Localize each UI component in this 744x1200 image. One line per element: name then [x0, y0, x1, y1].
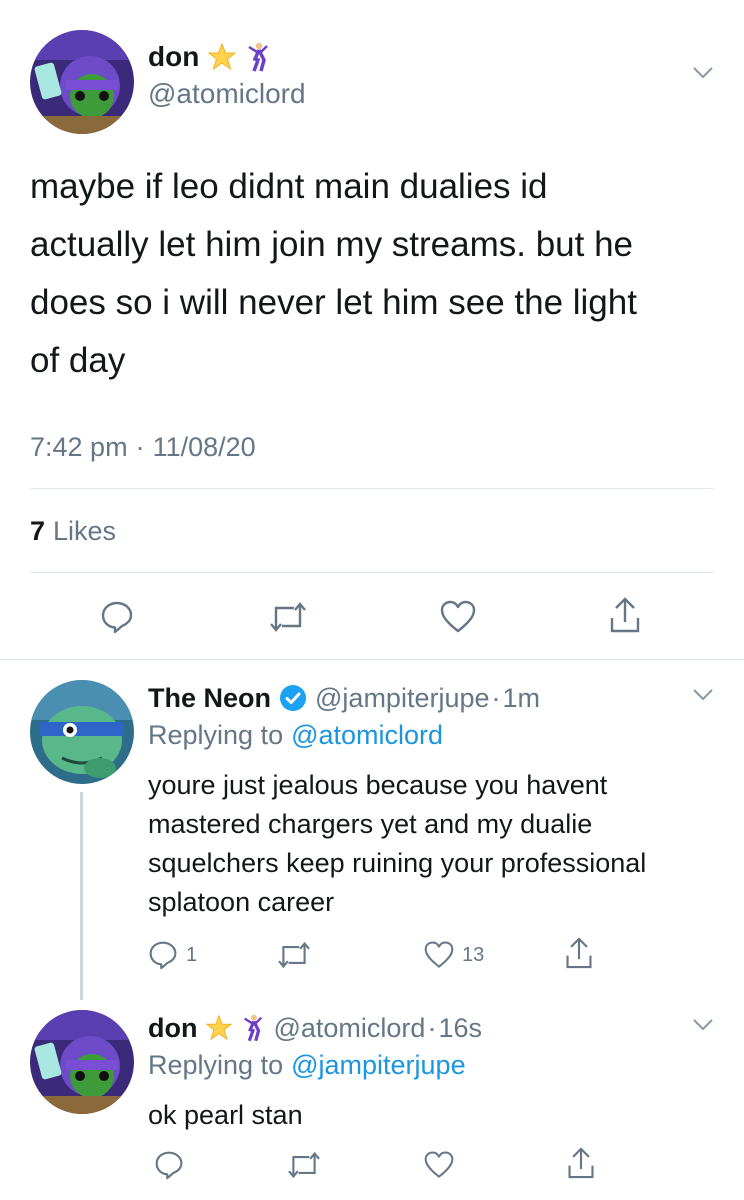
avatar[interactable]: [30, 1010, 134, 1114]
divider: [30, 572, 714, 573]
star-struck-icon: [207, 42, 237, 72]
like-count: 13: [462, 944, 485, 966]
replying-to-label: Replying to: [148, 720, 284, 750]
tweet-text-line: does so i will never let him see the lig…: [30, 283, 637, 322]
likes-label: Likes: [53, 516, 117, 546]
section-divider: [0, 659, 744, 660]
share-icon[interactable]: [564, 936, 594, 970]
separator-dot: ·: [135, 432, 145, 462]
author-name-row: don: [148, 40, 271, 74]
retweet-icon[interactable]: [286, 1150, 322, 1180]
reply-time: 1m: [502, 682, 541, 713]
like-icon[interactable]: [424, 940, 454, 970]
tweet-text-line: maybe if leo didnt main dualies id: [30, 167, 548, 206]
reply-text-line: splatoon career: [148, 887, 335, 917]
replying-to-line: Replying to @jampiterjupe: [148, 1050, 466, 1081]
separator-dot: ·: [427, 1012, 437, 1043]
reply-header: The Neon @jampiterjupe · 1m: [148, 680, 540, 716]
author-name[interactable]: don: [148, 1013, 197, 1044]
replying-to-line: Replying to @atomiclord: [148, 720, 443, 751]
replying-to-link[interactable]: @atomiclord: [291, 720, 443, 751]
tweet-text: maybe if leo didnt main dualies id actua…: [30, 158, 720, 390]
reply-icon[interactable]: [154, 1150, 184, 1180]
author-handle[interactable]: @atomiclord: [273, 1013, 425, 1044]
chevron-down-icon[interactable]: [692, 66, 714, 80]
reply-text-line: youre just jealous because you havent: [148, 770, 608, 800]
tweet-text-line: actually let him join my streams. but he: [30, 225, 634, 264]
tweet-text-line: of day: [30, 341, 126, 380]
like-icon[interactable]: [424, 1150, 454, 1180]
reply-text: ok pearl stan: [148, 1096, 728, 1135]
dancer-icon: [245, 42, 271, 72]
author-name[interactable]: don: [148, 41, 199, 73]
retweet-icon[interactable]: [276, 940, 312, 970]
reply-time: 16s: [438, 1012, 482, 1043]
reply-header: don @atomiclord · 16s: [148, 1010, 482, 1046]
reply-text-line: mastered chargers yet and my dualie: [148, 809, 593, 839]
chevron-down-icon[interactable]: [692, 1018, 714, 1032]
tweet-time: 7:42 pm: [30, 432, 128, 462]
dancer-icon: [241, 1014, 265, 1042]
replying-to-label: Replying to: [148, 1050, 284, 1080]
reply-count: 1: [186, 944, 198, 966]
author-name[interactable]: The Neon: [148, 683, 271, 714]
avatar[interactable]: [30, 680, 134, 784]
share-icon[interactable]: [566, 1146, 596, 1180]
separator-dot: ·: [491, 682, 501, 713]
author-handle[interactable]: @atomiclord: [148, 78, 306, 110]
star-struck-icon: [205, 1014, 233, 1042]
verified-badge-icon: [279, 684, 307, 712]
author-handle[interactable]: @jampiterjupe: [315, 683, 490, 714]
chevron-down-icon[interactable]: [692, 688, 714, 702]
likes-count: 7: [30, 516, 46, 546]
reply-text: youre just jealous because you havent ma…: [148, 766, 728, 922]
replying-to-link[interactable]: @jampiterjupe: [291, 1050, 466, 1081]
avatar[interactable]: [30, 30, 134, 134]
likes-stat[interactable]: 7 Likes: [30, 516, 116, 547]
tweet-timestamp[interactable]: 7:42 pm · 11/08/20: [30, 432, 256, 463]
reply-text-line: ok pearl stan: [148, 1100, 303, 1130]
divider: [30, 488, 714, 489]
reply-text-line: squelchers keep ruining your professiona…: [148, 848, 647, 878]
like-icon[interactable]: [440, 600, 476, 634]
reply-icon[interactable]: [148, 940, 178, 970]
tweet-date: 11/08/20: [152, 432, 256, 462]
thread-line: [80, 792, 83, 1000]
reply-icon[interactable]: [100, 600, 134, 634]
retweet-icon[interactable]: [268, 600, 308, 634]
share-icon[interactable]: [608, 596, 642, 634]
